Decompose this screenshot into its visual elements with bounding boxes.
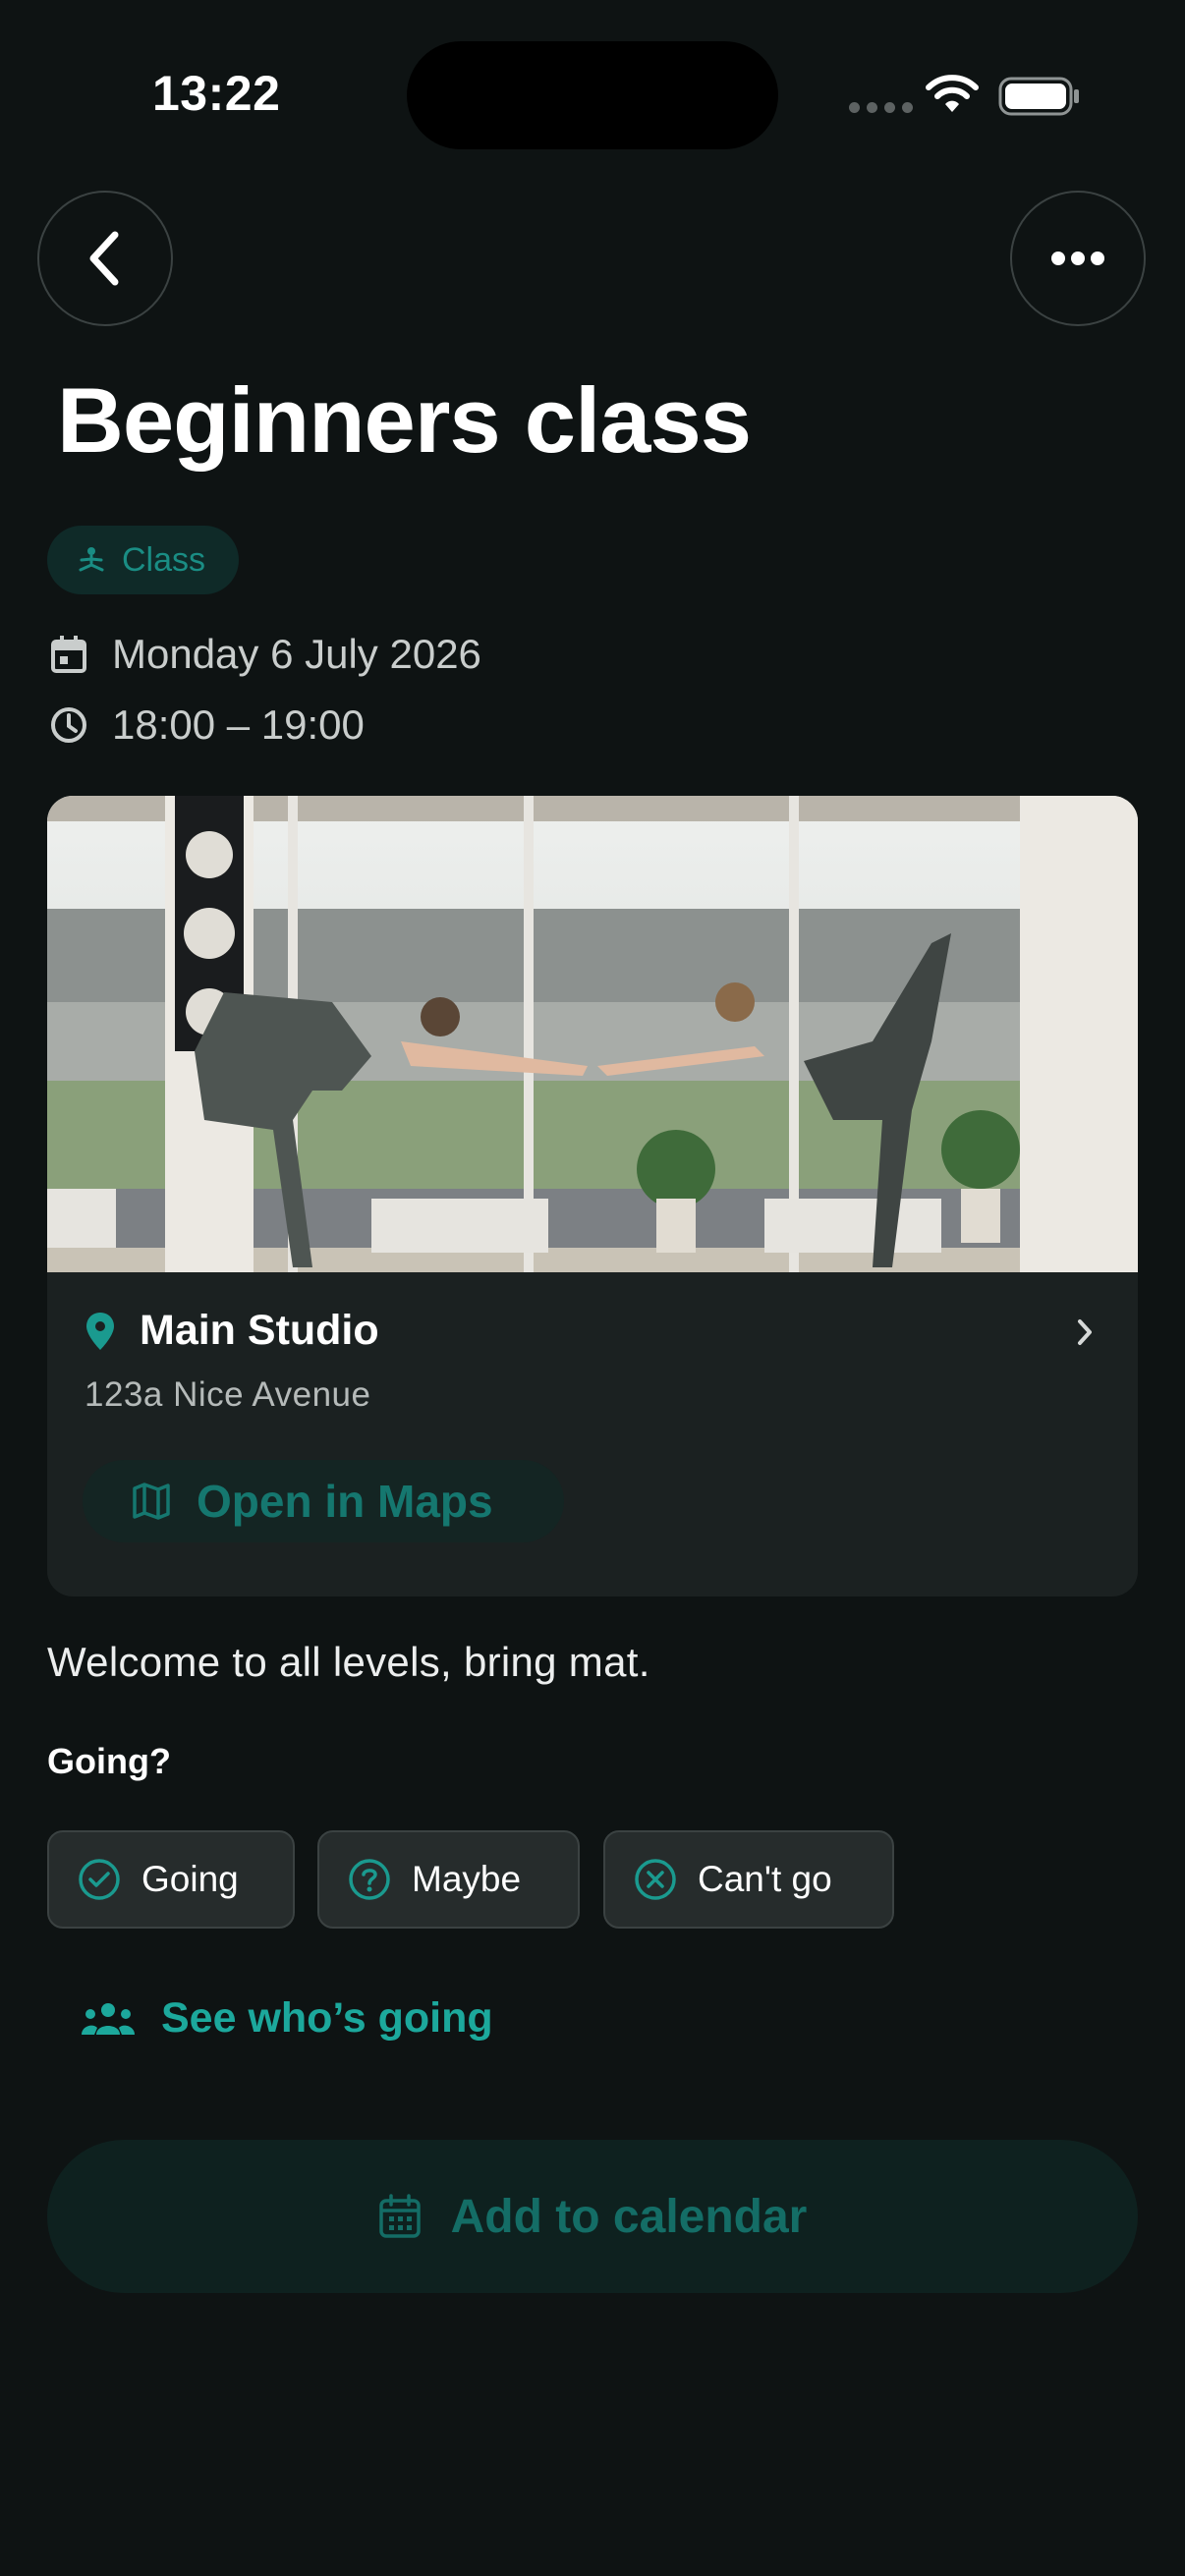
chevron-left-icon <box>89 231 119 286</box>
check-circle-icon <box>79 1859 120 1900</box>
people-icon <box>82 2002 135 2035</box>
rsvp-label: Going? <box>47 1741 171 1781</box>
category-label: Class <box>122 540 206 579</box>
event-date-row: Monday 6 July 2026 <box>49 631 481 678</box>
rsvp-maybe-button[interactable]: Maybe <box>317 1830 580 1929</box>
more-options-button[interactable] <box>1010 191 1146 326</box>
see-whos-going-link[interactable]: See who’s going <box>81 1994 493 2043</box>
map-icon <box>133 1483 170 1520</box>
location-address: 123a Nice Avenue <box>85 1375 371 1414</box>
location-header: Main Studio <box>85 1307 379 1355</box>
calendar-icon <box>51 636 86 673</box>
x-circle-icon <box>635 1859 676 1900</box>
back-button[interactable] <box>37 191 173 326</box>
map-pin-icon <box>86 1312 114 1350</box>
rsvp-going-button[interactable]: Going <box>47 1830 295 1929</box>
location-name: Main Studio <box>140 1307 379 1354</box>
event-date: Monday 6 July 2026 <box>112 631 481 677</box>
add-to-calendar-label: Add to calendar <box>450 2190 808 2243</box>
chevron-right-icon <box>1078 1319 1092 1345</box>
location-card[interactable]: Main Studio 123a Nice Avenue Open in Map… <box>47 796 1138 1596</box>
open-in-maps-label: Open in Maps <box>197 1476 493 1527</box>
rsvp-cant-go-button[interactable]: Can't go <box>603 1830 894 1929</box>
see-whos-going-label: See who’s going <box>161 1994 493 2042</box>
status-time: 13:22 <box>152 66 281 121</box>
category-chip: Class <box>47 526 240 594</box>
event-time: 18:00 – 19:00 <box>112 701 365 748</box>
event-description: Welcome to all levels, bring mat. <box>47 1639 650 1685</box>
question-circle-icon <box>349 1859 390 1900</box>
event-title: Beginners class <box>57 368 752 472</box>
cellular-signal-icon <box>849 102 913 113</box>
dynamic-island <box>407 41 778 149</box>
meditation-icon <box>79 547 104 572</box>
rsvp-maybe-label: Maybe <box>412 1859 522 1899</box>
open-in-maps-button[interactable]: Open in Maps <box>83 1460 564 1542</box>
rsvp-cant-go-label: Can't go <box>698 1859 832 1899</box>
event-time-row: 18:00 – 19:00 <box>49 701 365 749</box>
calendar-grid-icon <box>378 2194 421 2238</box>
studio-photo <box>47 796 1138 1272</box>
clock-icon <box>51 707 86 743</box>
rsvp-going-label: Going <box>141 1859 239 1899</box>
ellipsis-icon <box>1051 252 1104 265</box>
wifi-icon <box>926 75 979 112</box>
battery-icon <box>998 77 1079 116</box>
add-to-calendar-button[interactable]: Add to calendar <box>47 2140 1138 2293</box>
